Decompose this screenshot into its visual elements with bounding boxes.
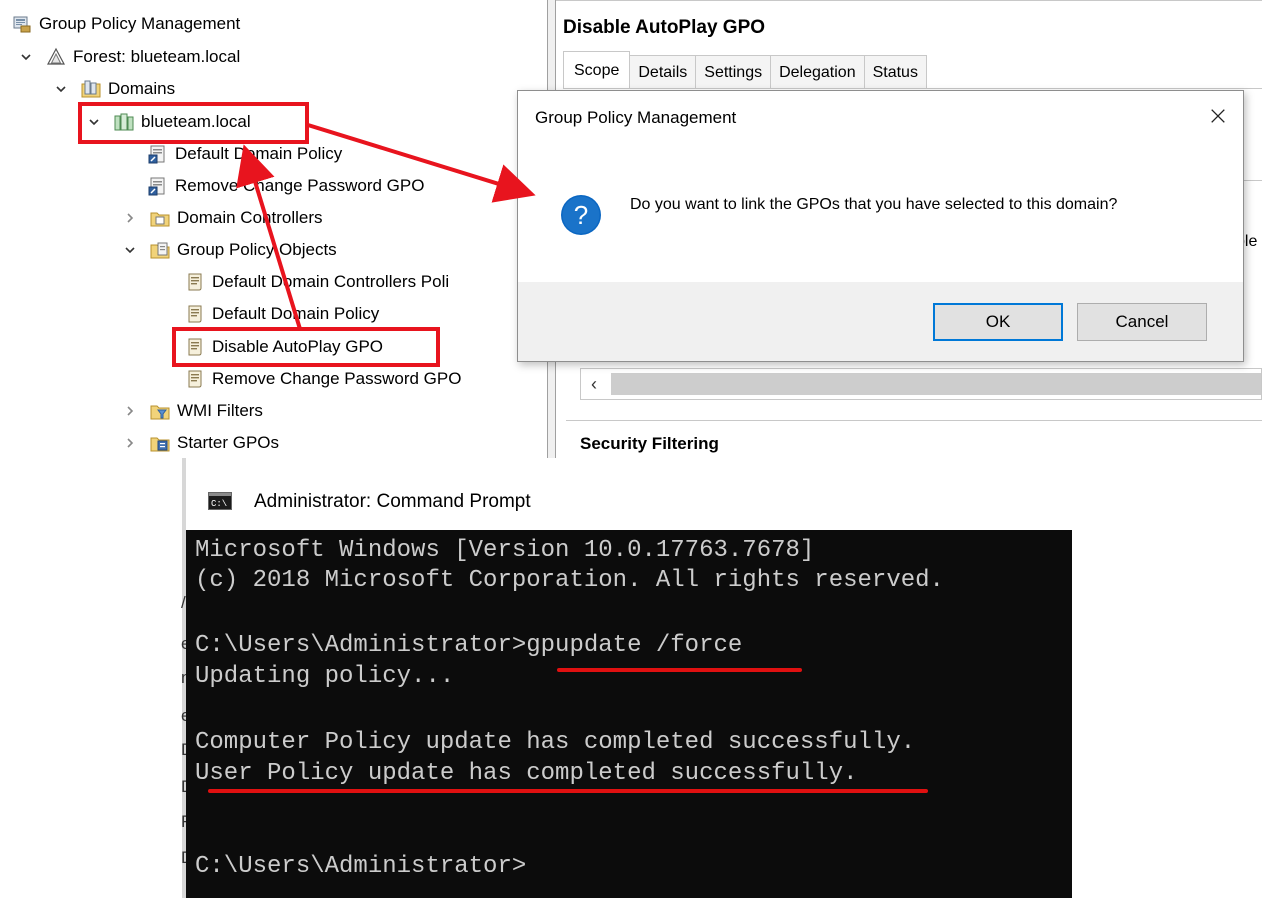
chevron-down-icon[interactable] bbox=[19, 50, 33, 64]
gpo-link-icon bbox=[148, 144, 168, 164]
tree-item-label: Remove Change Password GPO bbox=[212, 369, 462, 388]
scrollbar-thumb[interactable] bbox=[611, 373, 1261, 395]
tab-scope[interactable]: Scope bbox=[563, 51, 631, 89]
close-icon[interactable] bbox=[1203, 101, 1233, 131]
tree-item-label: Remove Change Password GPO bbox=[175, 176, 425, 195]
tab-settings[interactable]: Settings bbox=[695, 55, 772, 89]
chevron-right-icon[interactable] bbox=[123, 404, 137, 418]
starter-folder-icon bbox=[150, 433, 170, 453]
gpo-link-icon bbox=[148, 176, 168, 196]
tree-item-label: Forest: blueteam.local bbox=[73, 47, 241, 66]
tree-item-gpo-default-dc-policy[interactable]: Default Domain Controllers Poli bbox=[185, 267, 449, 297]
tree-item-label: Group Policy Management bbox=[39, 14, 241, 33]
tree-item-starter-gpos[interactable]: Starter GPOs bbox=[127, 428, 280, 458]
tree-item-label: Domain Controllers bbox=[177, 208, 323, 227]
chevron-right-icon[interactable] bbox=[123, 211, 137, 225]
tree-item-forest[interactable]: Forest: blueteam.local bbox=[21, 42, 241, 72]
tree-item-domain-controllers[interactable]: Domain Controllers bbox=[127, 203, 323, 233]
tree-item-label: Default Domain Policy bbox=[212, 304, 380, 323]
tab-strip: Scope Details Settings Delegation Status bbox=[563, 51, 927, 89]
annotation-underline-gpupdate bbox=[557, 668, 802, 672]
tree-item-label: Starter GPOs bbox=[177, 433, 280, 452]
svg-text:C:\: C:\ bbox=[211, 499, 227, 509]
wmi-folder-icon bbox=[150, 401, 170, 421]
gpo-folder-icon bbox=[150, 240, 170, 260]
link-gpo-dialog: Group Policy Management ? Do you want to… bbox=[517, 90, 1244, 362]
annotation-box-disable-autoplay bbox=[172, 327, 440, 367]
chevron-down-icon[interactable] bbox=[123, 243, 137, 257]
security-filtering-heading: Security Filtering bbox=[580, 434, 719, 453]
cancel-button[interactable]: Cancel bbox=[1077, 303, 1207, 341]
tree-item-domains[interactable]: Domains bbox=[56, 74, 176, 104]
cmd-window-title: Administrator: Command Prompt bbox=[254, 491, 531, 512]
tree-item-label: Default Domain Controllers Poli bbox=[212, 272, 450, 291]
tree-item-label: Default Domain Policy bbox=[175, 144, 343, 163]
tree-item-wmi-filters[interactable]: WMI Filters bbox=[127, 396, 263, 426]
tree-item-gpmc-root[interactable]: Group Policy Management bbox=[12, 9, 240, 39]
gpo-icon bbox=[185, 272, 205, 292]
page-title: Disable AutoPlay GPO bbox=[563, 17, 766, 38]
console-line: Microsoft Windows [Version 10.0.17763.76… bbox=[195, 537, 815, 564]
console-line: C:\Users\Administrator>gpupdate /force bbox=[195, 632, 743, 659]
annotation-underline-success bbox=[208, 789, 928, 793]
tree-item-label: Group Policy Objects bbox=[177, 240, 337, 259]
console-line: User Policy update has completed success… bbox=[195, 760, 858, 787]
console-line: C:\Users\Administrator> bbox=[195, 853, 527, 880]
forest-icon bbox=[46, 47, 66, 67]
console-line: Computer Policy update has completed suc… bbox=[195, 729, 916, 756]
annotation-box-blueteam-local bbox=[78, 102, 309, 144]
tree-item-label: WMI Filters bbox=[177, 401, 263, 420]
horizontal-scrollbar[interactable]: ‹ bbox=[580, 368, 1262, 400]
question-icon: ? bbox=[560, 194, 602, 236]
tree-item-gpo-remove-change-password[interactable]: Remove Change Password GPO bbox=[185, 364, 461, 394]
scroll-left-arrow-icon[interactable]: ‹ bbox=[581, 369, 607, 399]
svg-text:?: ? bbox=[574, 200, 588, 230]
cmd-titlebar[interactable]: C:\ Administrator: Command Prompt bbox=[186, 458, 1072, 530]
console-line: (c) 2018 Microsoft Corporation. All righ… bbox=[195, 567, 944, 594]
tab-status[interactable]: Status bbox=[863, 55, 927, 89]
console-line: Updating policy... bbox=[195, 663, 455, 690]
dialog-message: Do you want to link the GPOs that you ha… bbox=[630, 196, 1118, 213]
ou-icon bbox=[150, 208, 170, 228]
domains-icon bbox=[81, 79, 101, 99]
dialog-footer: OK Cancel bbox=[518, 282, 1243, 361]
tree-item-gpo-default-domain-policy[interactable]: Default Domain Policy bbox=[185, 299, 379, 329]
gpmc-tree-pane: Group Policy Management Forest: blueteam… bbox=[0, 0, 548, 458]
section-divider bbox=[566, 420, 1262, 421]
tree-item-group-policy-objects[interactable]: Group Policy Objects bbox=[125, 235, 337, 265]
gpo-icon bbox=[185, 369, 205, 389]
tab-delegation[interactable]: Delegation bbox=[770, 55, 865, 89]
chevron-right-icon[interactable] bbox=[123, 436, 137, 450]
chevron-down-icon[interactable] bbox=[54, 82, 68, 96]
dialog-title: Group Policy Management bbox=[535, 108, 737, 127]
console-icon: C:\ bbox=[208, 492, 232, 510]
console-output[interactable]: Microsoft Windows [Version 10.0.17763.76… bbox=[186, 530, 1072, 898]
gpmc-icon bbox=[12, 14, 32, 34]
command-prompt-window: C:\ Administrator: Command Prompt Micros… bbox=[186, 458, 1072, 898]
tree-item-link-remove-change-password[interactable]: Remove Change Password GPO bbox=[148, 171, 424, 201]
gpo-icon bbox=[185, 304, 205, 324]
tab-body-border bbox=[564, 88, 1262, 89]
ok-button[interactable]: OK bbox=[933, 303, 1063, 341]
tab-details[interactable]: Details bbox=[629, 55, 697, 89]
tree-item-label: Domains bbox=[108, 79, 176, 98]
